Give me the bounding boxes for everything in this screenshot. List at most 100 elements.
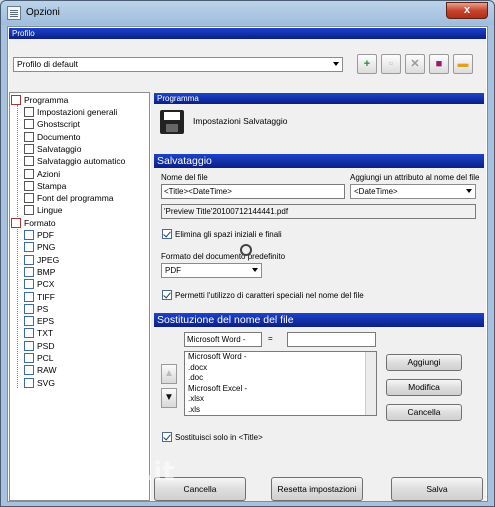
tree-item[interactable]: Impostazioni generali [24, 106, 117, 118]
special-chars-checkbox[interactable]: Permetti l'utilizzo di caratteri special… [162, 290, 364, 302]
list-item[interactable]: Microsoft Word - [185, 352, 376, 363]
move-up-button[interactable]: ▲ [161, 364, 177, 384]
programma-header: Programma [154, 93, 484, 104]
tree-item[interactable]: Salvataggio automatico [24, 155, 125, 167]
file-format-icon [24, 291, 34, 302]
equals-sign: = [268, 334, 273, 343]
settings-page-icon [24, 168, 34, 179]
file-format-icon [24, 377, 34, 388]
tree-connector [17, 105, 18, 221]
file-format-icon [24, 266, 34, 277]
tree-item[interactable]: TIFF [24, 291, 55, 303]
save-button[interactable]: Salva [391, 477, 483, 501]
modify-replace-button[interactable]: Modifica [386, 379, 462, 396]
tree-item[interactable]: TXT [24, 327, 53, 339]
file-format-icon [24, 328, 34, 339]
list-item[interactable]: Microsoft Excel - [185, 384, 376, 395]
list-item[interactable]: .xls [185, 405, 376, 416]
filename-input[interactable]: <Title><DateTime> [161, 184, 345, 199]
folder-icon: ▬ [457, 58, 469, 70]
tree-item[interactable]: PCX [24, 278, 54, 290]
file-format-icon [24, 316, 34, 327]
app-icon [7, 6, 21, 20]
chevron-down-icon [333, 62, 339, 66]
file-format-icon [24, 353, 34, 363]
replace-to-input[interactable] [287, 332, 376, 347]
options-tree[interactable]: Programma Impostazioni generali Ghostscri… [9, 92, 150, 501]
title-bar[interactable]: Opzioni x [1, 1, 494, 25]
tree-item[interactable]: Lingue [24, 204, 63, 216]
tree-item[interactable]: PCL [24, 352, 54, 364]
tree-item[interactable]: PS [24, 303, 48, 315]
checkbox-checked-icon [162, 290, 172, 300]
file-format-icon [24, 242, 34, 253]
tree-node-programma[interactable]: Programma [11, 94, 68, 106]
tree-item[interactable]: PNG [24, 241, 55, 253]
program-icon [11, 95, 21, 105]
add-replace-button[interactable]: Aggiungi [386, 354, 462, 371]
add-profile-button[interactable]: + [357, 54, 377, 74]
tree-item[interactable]: SVG [24, 377, 55, 389]
tree-item[interactable]: RAW [24, 364, 57, 376]
delete-replace-button[interactable]: Cancella [386, 404, 462, 421]
checkbox-checked-icon [162, 432, 172, 442]
tree-item[interactable]: BMP [24, 266, 55, 278]
file-format-icon [24, 365, 34, 376]
arrow-up-icon: ▲ [164, 368, 174, 379]
list-item[interactable]: .docx [185, 363, 376, 374]
window-title: Opzioni [26, 7, 60, 18]
tree-item[interactable]: Font del programma [24, 192, 114, 204]
close-button[interactable]: x [446, 2, 488, 19]
list-item[interactable]: .xlsx [185, 394, 376, 405]
default-format-value: PDF [165, 266, 181, 275]
watermark-logo: MegaLab.it [11, 457, 175, 487]
tree-item[interactable]: JPEG [24, 254, 59, 266]
rename-profile-button[interactable]: ▫ [381, 54, 401, 74]
tree-connector [17, 229, 18, 388]
tree-item[interactable]: Ghostscript [24, 118, 80, 130]
reset-settings-button[interactable]: Resetta impostazioni [271, 477, 363, 501]
settings-page-icon [24, 156, 34, 167]
file-format-icon [24, 254, 34, 265]
settings-page-icon [24, 180, 34, 191]
file-format-icon [24, 340, 34, 351]
tree-item[interactable]: Salvataggio [24, 143, 81, 155]
trim-spaces-checkbox[interactable]: Elimina gli spazi iniziali e finali [162, 229, 282, 241]
tree-item[interactable]: Azioni [24, 168, 60, 180]
list-item[interactable]: .doc [185, 373, 376, 384]
tree-item[interactable]: PDF [24, 229, 54, 241]
default-format-dropdown[interactable]: PDF [161, 263, 262, 278]
delete-profile-button[interactable]: ✕ [405, 54, 425, 74]
tree-item[interactable]: Documento [24, 131, 80, 143]
chevron-down-icon [466, 189, 472, 193]
tree-node-formato[interactable]: Formato [11, 217, 56, 229]
replace-from-input[interactable]: Microsoft Word - [184, 332, 262, 347]
open-folder-button[interactable]: ▬ [453, 54, 473, 74]
file-format-icon [24, 303, 34, 314]
tree-item[interactable]: Stampa [24, 180, 66, 192]
default-format-label: Formato del documento predefinito [161, 252, 286, 261]
floppy-icon [160, 110, 184, 134]
save-profile-button[interactable]: ■ [429, 54, 449, 74]
chevron-down-icon [252, 268, 258, 272]
list-scrollbar[interactable] [365, 352, 376, 415]
move-down-button[interactable]: ▼ [161, 388, 177, 408]
settings-page-icon [24, 193, 34, 204]
filename-label: Nome del file [161, 173, 208, 182]
settings-page-icon [24, 107, 34, 117]
checkbox-checked-icon [162, 229, 172, 239]
filename-preview: 'Preview Title'20100712144441.pdf [161, 204, 476, 219]
attribute-dropdown[interactable]: <DateTime> [350, 184, 476, 199]
file-format-icon [24, 279, 34, 290]
settings-page-icon [24, 119, 34, 130]
profile-header: Profilo [9, 28, 486, 39]
tree-item[interactable]: EPS [24, 315, 54, 327]
attribute-label: Aggiungi un attributo al nome del file [350, 173, 480, 182]
format-icon [11, 218, 21, 228]
replace-list[interactable]: Microsoft Word - .docx .doc Microsoft Excel… [184, 351, 377, 416]
only-title-checkbox[interactable]: Sostituisci solo in <Title> [162, 432, 263, 444]
save-icon: ■ [435, 58, 443, 70]
profile-dropdown[interactable]: Profilo di default [13, 57, 343, 72]
tree-item[interactable]: PSD [24, 340, 54, 352]
profile-dropdown-value: Profilo di default [17, 59, 78, 69]
